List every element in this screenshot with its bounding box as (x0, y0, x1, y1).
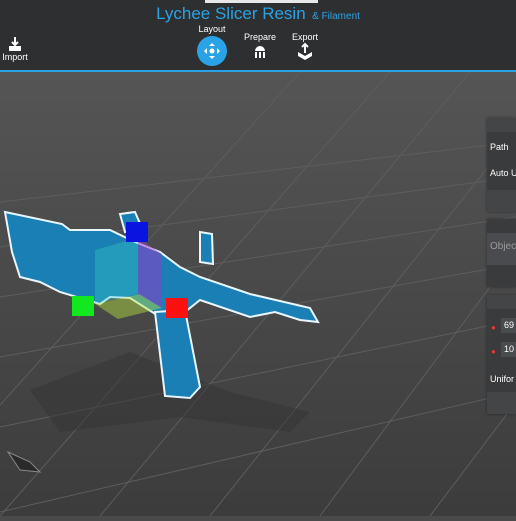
tab-prepare-label: Prepare (243, 32, 277, 42)
tab-layout-active-indicator (197, 36, 227, 66)
import-label: Import (2, 52, 28, 62)
top-toolbar: Lychee Slicer Resin & Filament Import La… (0, 0, 516, 72)
object-panel: Objec (487, 219, 516, 287)
tab-prepare[interactable]: Prepare (240, 32, 280, 60)
auto-label[interactable]: Auto U (490, 168, 516, 178)
transform-panel-header: Path Auto U (487, 118, 516, 212)
uniform-label[interactable]: Unifor (490, 374, 514, 384)
title-highlight (205, 0, 318, 3)
object-field[interactable]: Objec (487, 233, 516, 265)
import-button[interactable]: Import (0, 36, 30, 62)
tab-layout[interactable]: Layout (190, 24, 234, 66)
gizmo-handle-y[interactable] (166, 298, 188, 318)
move-arrows-icon (204, 43, 220, 59)
size-panel: ● 69 ● 10 Unifor (487, 295, 516, 414)
object-label: Objec (490, 241, 516, 252)
gizmo-handle-z[interactable] (126, 222, 148, 242)
size-field-2[interactable]: 10 (501, 342, 516, 357)
support-icon (255, 46, 265, 58)
tab-export-label: Export (291, 32, 318, 42)
app-title: Lychee Slicer Resin & Filament (0, 4, 516, 24)
path-label: Path (490, 142, 509, 152)
3d-viewport[interactable] (0, 71, 516, 517)
y-axis-marker: ● (491, 347, 496, 356)
size-field-1[interactable]: 69 (501, 318, 516, 333)
scene[interactable] (0, 71, 516, 517)
x-axis-marker: ● (491, 323, 496, 332)
import-icon (9, 37, 21, 51)
panel-c-footer (487, 392, 516, 414)
gizmo-handle-x[interactable] (72, 296, 94, 316)
app-title-main: Lychee Slicer Resin (156, 4, 306, 23)
panel-a-header (487, 118, 516, 132)
export-icon (298, 42, 312, 60)
tab-export[interactable]: Export (285, 32, 325, 60)
app-title-sub: & Filament (312, 11, 360, 22)
panel-a-footer (487, 190, 516, 212)
panel-c-header (487, 295, 516, 309)
tab-layout-label: Layout (198, 24, 226, 34)
